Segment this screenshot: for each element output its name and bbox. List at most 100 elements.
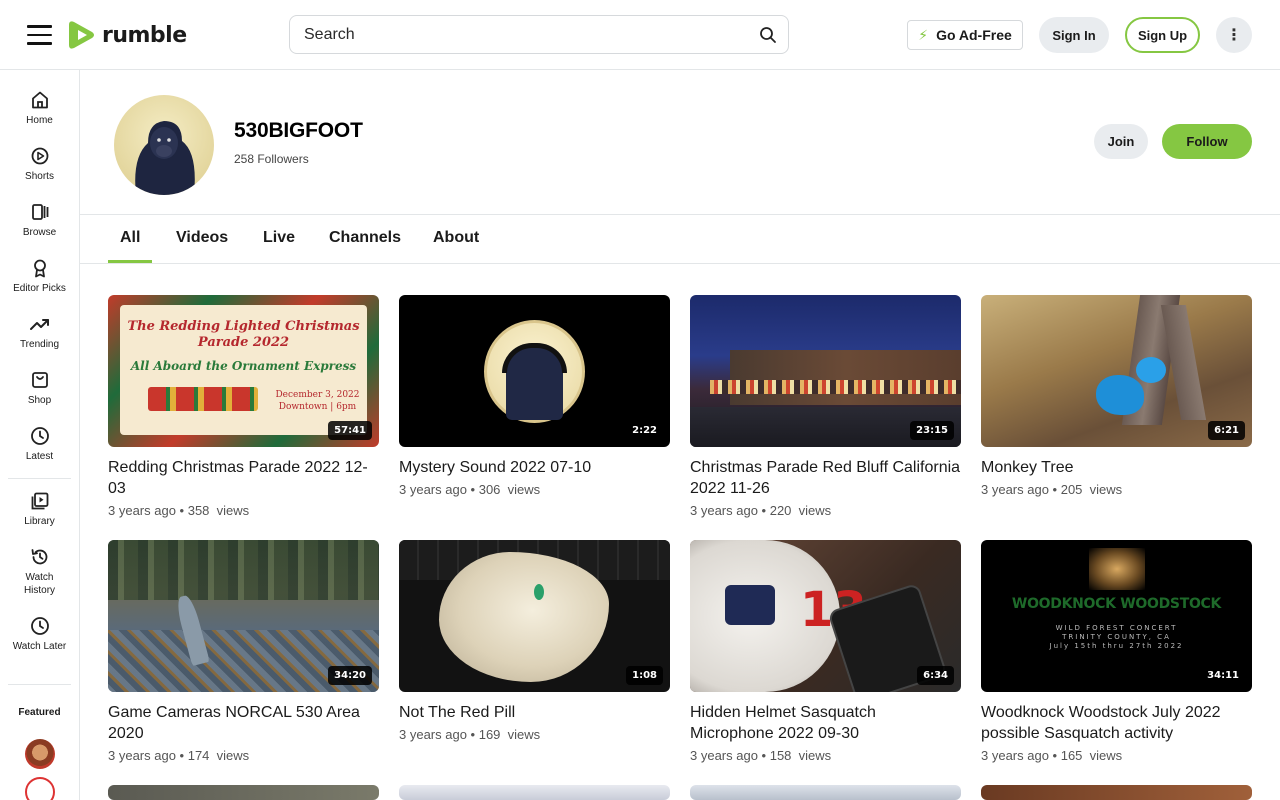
views-label: views	[1089, 482, 1123, 497]
video-card[interactable]: WOODKNOCK WOODSTOCK WILD FOREST CONCERT …	[981, 540, 1252, 763]
sidebar-item-watch-history[interactable]: Watch History	[0, 547, 79, 597]
video-duration: 34:20	[328, 666, 372, 685]
sidebar-item-trending[interactable]: Trending	[0, 314, 79, 351]
shorts-icon	[31, 147, 48, 165]
active-tab-indicator	[108, 260, 152, 263]
video-meta: 3 years ago • 220 views	[690, 503, 832, 518]
tab-live[interactable]: Live	[263, 229, 295, 247]
video-thumbnail[interactable]: 13 6:34	[690, 540, 961, 692]
sidebar-item-label: Watch History	[23, 572, 56, 596]
logo-text: rumble	[102, 22, 187, 48]
video-thumbnail[interactable]: 2:22	[399, 295, 670, 447]
video-thumbnail[interactable]: 34:20	[108, 540, 379, 692]
featured-channel-avatar[interactable]	[25, 739, 55, 769]
sidebar-item-home[interactable]: Home	[0, 90, 79, 127]
sidebar-item-label: Browse	[22, 227, 57, 238]
sidebar-item-label: Latest	[25, 451, 54, 462]
video-views: 358	[187, 503, 210, 518]
follower-count: 258 Followers	[234, 152, 309, 166]
search-icon[interactable]	[758, 25, 778, 45]
views-label: views	[1089, 748, 1123, 763]
sign-in-button[interactable]: Sign In	[1039, 17, 1109, 53]
video-meta: 3 years ago • 165 views	[981, 748, 1123, 763]
views-label: views	[507, 482, 541, 497]
video-thumbnail[interactable]	[981, 785, 1252, 800]
channel-avatar[interactable]	[114, 95, 214, 195]
video-thumbnail[interactable]	[108, 785, 379, 800]
join-button[interactable]: Join	[1094, 124, 1148, 159]
shopping-bag-icon	[31, 372, 48, 388]
trending-icon	[29, 319, 49, 330]
follow-button[interactable]: Follow	[1162, 124, 1252, 159]
sidebar-item-shorts[interactable]: Shorts	[0, 146, 79, 183]
sidebar-item-label: Shop	[27, 395, 52, 406]
tab-all[interactable]: All	[120, 229, 140, 247]
video-title[interactable]: Christmas Parade Red Bluff California 20…	[690, 457, 961, 499]
video-thumbnail[interactable]: WOODKNOCK WOODSTOCK WILD FOREST CONCERT …	[981, 540, 1252, 692]
vertical-dots-icon[interactable]: ⋮	[1216, 17, 1252, 53]
video-title[interactable]: Monkey Tree	[981, 457, 1252, 478]
views-label: views	[507, 727, 541, 742]
top-header: rumble ⚡ Go Ad-Free Sign In Sign Up ⋮	[0, 0, 1280, 70]
sidebar-item-browse[interactable]: Browse	[0, 202, 79, 239]
video-thumbnail[interactable]: 1:08	[399, 540, 670, 692]
video-views: 158	[769, 748, 792, 763]
menu-icon[interactable]	[27, 25, 52, 45]
rumble-logo[interactable]: rumble	[66, 18, 187, 52]
go-ad-free-label: Go Ad-Free	[936, 27, 1012, 43]
video-meta: 3 years ago • 158 views	[690, 748, 832, 763]
video-meta: 3 years ago • 306 views	[399, 482, 541, 497]
video-thumbnail[interactable]	[690, 785, 961, 800]
gorilla-avatar-image	[114, 95, 214, 195]
featured-heading: Featured	[18, 707, 61, 718]
video-thumbnail[interactable]: 23:15	[690, 295, 961, 447]
video-title[interactable]: Redding Christmas Parade 2022 12-03	[108, 457, 379, 499]
sidebar-item-label: Library	[24, 516, 55, 527]
video-duration: 57:41	[328, 421, 372, 440]
sidebar-item-watch-later[interactable]: Watch Later	[0, 616, 79, 653]
sidebar-item-shop[interactable]: Shop	[0, 370, 79, 407]
video-card[interactable]: The Redding Lighted Christmas Parade 202…	[108, 295, 379, 518]
video-card[interactable]: 6:21 Monkey Tree 3 years ago • 205 views	[981, 295, 1252, 497]
video-title[interactable]: Game Cameras NORCAL 530 Area 2020	[108, 702, 379, 744]
tab-about[interactable]: About	[433, 229, 479, 247]
sidebar-item-latest[interactable]: Latest	[0, 426, 79, 463]
tab-channels[interactable]: Channels	[329, 229, 401, 247]
views-label: views	[798, 748, 832, 763]
video-card[interactable]: 13 6:34 Hidden Helmet Sasquatch Micropho…	[690, 540, 961, 763]
sign-up-button[interactable]: Sign Up	[1125, 17, 1200, 53]
video-title[interactable]: Not The Red Pill	[399, 702, 670, 723]
go-ad-free-button[interactable]: ⚡ Go Ad-Free	[907, 20, 1023, 50]
clock-icon	[30, 427, 49, 445]
sidebar-item-editor-picks[interactable]: Editor Picks	[0, 258, 79, 295]
video-thumbnail[interactable]: 6:21	[981, 295, 1252, 447]
video-card[interactable]: 34:20 Game Cameras NORCAL 530 Area 2020 …	[108, 540, 379, 763]
video-card[interactable]: 2:22 Mystery Sound 2022 07-10 3 years ag…	[399, 295, 670, 497]
video-views: 205	[1060, 482, 1083, 497]
video-duration: 23:15	[910, 421, 954, 440]
featured-channel-avatar[interactable]	[25, 777, 55, 800]
video-views: 306	[478, 482, 501, 497]
video-duration: 2:22	[626, 421, 663, 440]
search-input[interactable]	[304, 16, 744, 53]
video-title[interactable]: Hidden Helmet Sasquatch Microphone 2022 …	[690, 702, 961, 744]
video-thumbnail[interactable]: The Redding Lighted Christmas Parade 202…	[108, 295, 379, 447]
sidebar-divider	[8, 684, 71, 685]
video-card[interactable]: 23:15 Christmas Parade Red Bluff Califor…	[690, 295, 961, 518]
tab-videos[interactable]: Videos	[176, 229, 228, 247]
video-views: 165	[1060, 748, 1083, 763]
sidebar-item-label: Shorts	[25, 171, 54, 182]
video-age: 3 years ago	[981, 748, 1049, 763]
views-label: views	[216, 503, 250, 518]
channel-name: 530BIGFOOT	[234, 119, 363, 142]
clock-icon	[30, 617, 49, 635]
video-title[interactable]: Mystery Sound 2022 07-10	[399, 457, 670, 478]
video-card[interactable]: 1:08 Not The Red Pill 3 years ago • 169 …	[399, 540, 670, 742]
video-meta: 3 years ago • 169 views	[399, 727, 541, 742]
video-age: 3 years ago	[690, 748, 758, 763]
video-duration: 34:11	[1201, 666, 1245, 685]
video-title[interactable]: Woodknock Woodstock July 2022 possible S…	[981, 702, 1252, 744]
sidebar-item-library[interactable]: Library	[0, 491, 79, 528]
video-thumbnail[interactable]	[399, 785, 670, 800]
search-bar	[289, 15, 789, 54]
